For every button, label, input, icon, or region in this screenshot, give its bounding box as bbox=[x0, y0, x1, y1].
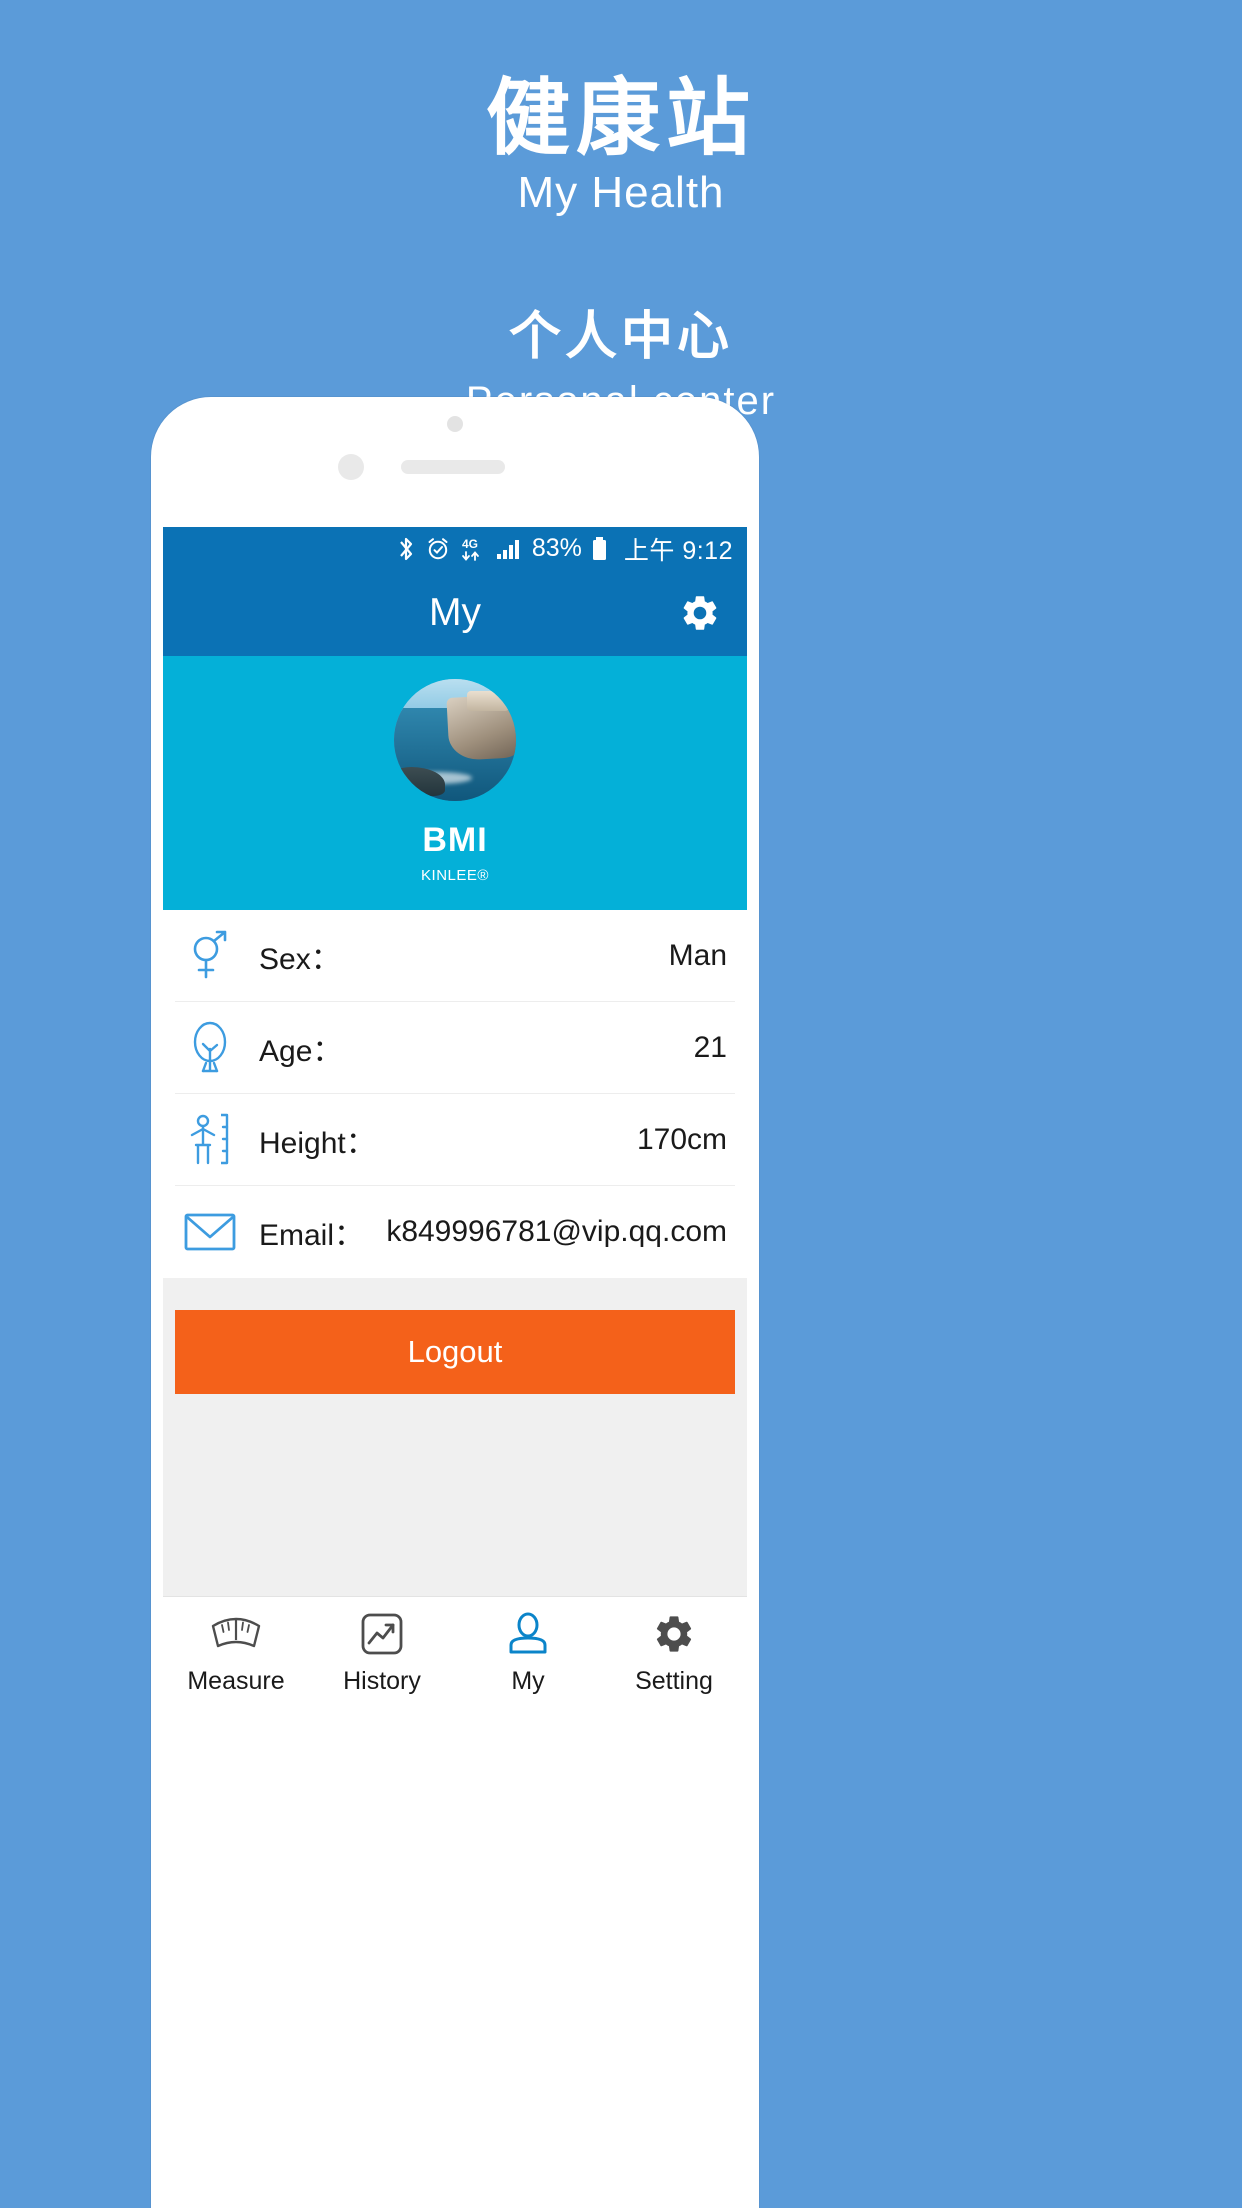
promo-header: 健康站 My Health 个人中心 Personal center bbox=[0, 0, 1242, 424]
signal-icon bbox=[495, 537, 521, 561]
bottom-tab-bar: Measure History My Setting bbox=[163, 1596, 747, 1708]
promo-title-en: My Health bbox=[517, 168, 725, 218]
info-value-email: k849996781@vip.qq.com bbox=[386, 1215, 727, 1248]
gear-icon bbox=[652, 1610, 696, 1658]
promo-title-cn: 健康站 bbox=[485, 71, 756, 165]
tab-label-history: History bbox=[343, 1666, 421, 1695]
info-row-sex[interactable]: Sex： Man bbox=[175, 910, 735, 1002]
person-icon bbox=[506, 1610, 550, 1658]
proximity-sensor-icon bbox=[338, 454, 364, 480]
info-label-sex: Sex： bbox=[259, 942, 341, 976]
app-bar: My bbox=[163, 570, 747, 656]
age-tree-icon bbox=[183, 1021, 237, 1075]
tab-setting[interactable]: Setting bbox=[601, 1597, 747, 1708]
info-row-height[interactable]: Height： 170cm bbox=[175, 1094, 735, 1186]
status-bar: 4G 83% 上午 9:12 bbox=[163, 527, 747, 570]
avatar[interactable] bbox=[394, 679, 516, 801]
logout-area: Logout bbox=[163, 1278, 747, 1596]
phone-screen: 4G 83% 上午 9:12 My BMI KINLEE® Sex： Man A… bbox=[163, 527, 747, 2208]
info-row-age[interactable]: Age： 21 bbox=[175, 1002, 735, 1094]
tab-history[interactable]: History bbox=[309, 1597, 455, 1708]
info-label-age: Age： bbox=[259, 1034, 343, 1068]
height-icon bbox=[183, 1113, 237, 1167]
info-value-height: 170cm bbox=[636, 1122, 727, 1156]
tab-label-setting: Setting bbox=[635, 1666, 713, 1695]
info-row-email[interactable]: Email： k849996781@vip.qq.com bbox=[175, 1186, 735, 1278]
info-label-email: Email： bbox=[259, 1219, 365, 1252]
logout-button[interactable]: Logout bbox=[175, 1310, 735, 1394]
info-value-age: 21 bbox=[693, 1030, 727, 1064]
promo-subtitle-cn: 个人中心 bbox=[508, 308, 733, 367]
tab-my[interactable]: My bbox=[455, 1597, 601, 1708]
tab-label-measure: Measure bbox=[187, 1666, 285, 1695]
info-label-height: Height： bbox=[259, 1126, 376, 1160]
bluetooth-icon bbox=[396, 536, 416, 562]
page-title: My bbox=[429, 591, 481, 634]
profile-name: BMI bbox=[422, 821, 488, 859]
front-camera-icon bbox=[447, 416, 463, 432]
alarm-icon bbox=[425, 536, 451, 562]
4g-icon: 4G bbox=[460, 536, 486, 562]
scale-icon bbox=[210, 1610, 262, 1658]
battery-percent-label: 83% bbox=[531, 534, 582, 562]
profile-hero: BMI KINLEE® bbox=[163, 656, 747, 910]
info-value-sex: Man bbox=[668, 938, 727, 972]
battery-icon bbox=[591, 536, 608, 562]
mail-icon bbox=[183, 1205, 237, 1259]
phone-mockup: 4G 83% 上午 9:12 My BMI KINLEE® Sex： Man A… bbox=[151, 397, 759, 2208]
profile-brand: KINLEE® bbox=[421, 867, 489, 884]
tab-label-my: My bbox=[511, 1666, 545, 1695]
status-time: 上午 9:12 bbox=[623, 536, 733, 565]
earpiece-speaker bbox=[401, 460, 505, 474]
svg-text:4G: 4G bbox=[462, 537, 478, 551]
tab-measure[interactable]: Measure bbox=[163, 1597, 309, 1708]
gender-icon bbox=[183, 929, 237, 983]
gear-icon[interactable] bbox=[679, 592, 721, 634]
profile-info-list: Sex： Man Age： 21 Height： 170cm Email： k8… bbox=[163, 910, 747, 1278]
chart-icon bbox=[360, 1610, 404, 1658]
